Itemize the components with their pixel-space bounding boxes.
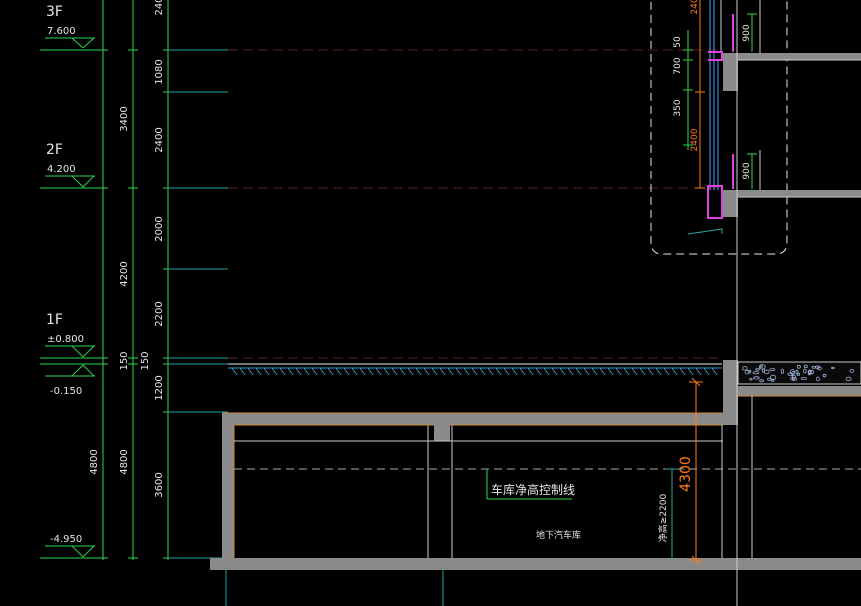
dim-seg-2200: 2200 bbox=[154, 301, 165, 326]
level-b1-elev: -4.950 bbox=[50, 534, 82, 545]
reference-lines bbox=[228, 49, 720, 359]
dim-seg-2400: 2400 bbox=[154, 127, 165, 152]
wall-detail-structure bbox=[723, 53, 861, 217]
detail-dim-350: 350 bbox=[673, 99, 683, 116]
detail-dim-50: 50 bbox=[673, 36, 683, 48]
wall-detail-sill bbox=[687, 228, 723, 235]
dim-seg-3600: 3600 bbox=[154, 472, 165, 497]
level-markers bbox=[40, 37, 105, 559]
detail-dim-900-bot: 900 bbox=[742, 162, 752, 179]
level-2f-name: 2F bbox=[46, 142, 63, 158]
dim-seg-2000: 2000 bbox=[154, 216, 165, 241]
wall-detail-orange-dim bbox=[695, 0, 705, 189]
level-3f-elev: 7.600 bbox=[47, 26, 76, 37]
dim-base-total-inner: 4800 bbox=[119, 449, 130, 474]
garage-label: 地下汽车库 bbox=[536, 529, 581, 541]
wall-detail-frame bbox=[650, 0, 788, 255]
dim-base-total: 4800 bbox=[89, 449, 100, 474]
detail-dim-240: 240 bbox=[690, 0, 700, 15]
wall-detail-lines bbox=[720, 0, 861, 606]
wall-detail-window bbox=[709, 0, 719, 190]
detail-dim-2400: 2400 bbox=[690, 128, 700, 151]
dim-seg-1200: 1200 bbox=[154, 375, 165, 400]
control-line-label: 车库净高控制线 bbox=[491, 482, 575, 497]
clear-height-note: 净高≥2200 bbox=[657, 494, 669, 543]
dim-slab-150-a: 150 bbox=[119, 351, 130, 370]
cad-section-drawing: 3F 7.600 2F 4.200 1F ±0.800 -0.150 -4.95… bbox=[40, 0, 861, 606]
gravel-fill bbox=[737, 361, 861, 385]
level-2f-elev: 4.200 bbox=[47, 164, 76, 175]
detail-dim-700: 700 bbox=[673, 57, 683, 74]
level-1f-elev-sub: -0.150 bbox=[50, 386, 82, 397]
dim-slab-150-b: 150 bbox=[140, 351, 151, 370]
garage-height-value: 4300 bbox=[678, 456, 694, 492]
dim-storey-3: 3400 bbox=[119, 106, 130, 131]
level-1f-elev: ±0.800 bbox=[47, 334, 84, 345]
dim-seg-top: 240 bbox=[154, 0, 165, 16]
dim-seg-1080: 1080 bbox=[154, 59, 165, 84]
level-1f-name: 1F bbox=[46, 312, 63, 328]
ground-line bbox=[228, 363, 722, 376]
level-3f-name: 3F bbox=[46, 4, 63, 20]
detail-dim-900-top: 900 bbox=[742, 24, 752, 41]
level-labels: 3F 7.600 2F 4.200 1F ±0.800 -0.150 -4.95… bbox=[46, 4, 84, 545]
extension-lines bbox=[168, 49, 228, 559]
dimension-texts: 3400 4200 4800 4800 150 150 240 1080 240… bbox=[89, 0, 165, 498]
dim-storey-2: 4200 bbox=[119, 261, 130, 286]
